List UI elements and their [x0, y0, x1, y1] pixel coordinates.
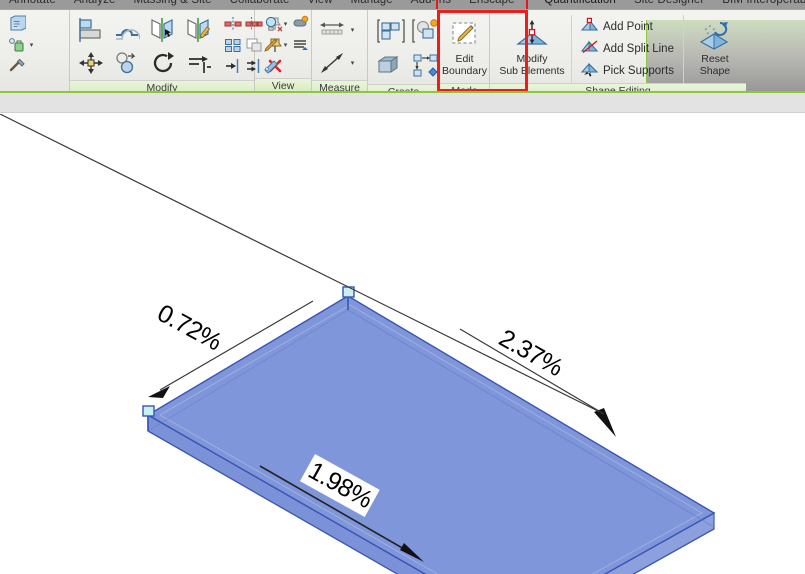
mirror-draw-icon[interactable] [184, 14, 214, 46]
copy-icon[interactable] [112, 47, 142, 79]
tab-highlight-marker [436, 0, 528, 9]
panel-divider [571, 15, 572, 83]
edit-boundary-button[interactable]: Edit Boundary [441, 13, 488, 83]
modify-sub-elements-icon [515, 17, 549, 53]
panel-title-measure: Measure [312, 80, 367, 91]
panel-title-properties [0, 78, 69, 91]
modify-sub-elements-label: Modify Sub Elements [499, 53, 565, 77]
create-similar-icon[interactable] [374, 14, 408, 48]
measure-diagonal-icon[interactable] [318, 47, 348, 79]
align-icon[interactable] [76, 14, 106, 46]
ribbon-tab-view[interactable]: View [299, 0, 342, 9]
ribbon-tab-analyze[interactable]: Analyze [65, 0, 125, 9]
add-split-line-icon [580, 38, 599, 60]
add-point-icon [580, 16, 599, 38]
shape-editing-commands: Add Point Add Split Line Pick Supports [575, 13, 681, 81]
modify-sub-elements-button[interactable]: Modify Sub Elements [496, 13, 568, 83]
create-part-icon[interactable] [409, 14, 443, 48]
panel-title-shape-editing: Shape Editing [490, 83, 746, 91]
panel-properties: ▾ [0, 10, 70, 91]
rotate-icon[interactable] [148, 47, 178, 79]
ribbon-tab-site-designer[interactable]: Site Designer [625, 0, 713, 9]
slab-3d-graphic [0, 114, 716, 574]
reset-shape-icon [698, 17, 732, 53]
ribbon-tab-collaborate[interactable]: Collaborate [221, 0, 299, 9]
pick-supports-icon [580, 60, 599, 82]
panel-title-view: View [255, 78, 311, 91]
linework-pen-icon[interactable] [261, 35, 281, 55]
panel-modify: Modify [70, 10, 283, 91]
panel-create: Create [368, 10, 440, 91]
slab-top-face [146, 295, 716, 574]
ribbon-tab-quantification[interactable]: Quantification [535, 0, 625, 9]
lightbulb-icon[interactable] [261, 14, 281, 34]
add-split-line-label: Add Split Line [603, 42, 674, 55]
panel-title-create: Create [368, 84, 439, 91]
panel-divider-2 [682, 15, 684, 83]
ribbon-tab-bim-interoperability-tools[interactable]: BIM Interoperability Tools [713, 0, 805, 9]
reset-shape-label: Reset Shape [699, 53, 731, 77]
add-split-line-button[interactable]: Add Split Line [577, 38, 679, 59]
panel-mode: Edit Boundary Mode [440, 10, 490, 91]
pick-supports-label: Pick Supports [603, 64, 674, 77]
drawing-canvas[interactable]: 0.72% 2.37% 1.98% [0, 114, 805, 574]
measure-horizontal-icon[interactable] [318, 14, 348, 46]
add-point-button[interactable]: Add Point [577, 16, 679, 37]
properties-icon[interactable] [7, 14, 27, 34]
move-icon[interactable] [76, 47, 106, 79]
render-cloud-icon[interactable] [290, 14, 310, 34]
paint-match-icon[interactable] [7, 35, 27, 55]
create-assembly-icon[interactable] [409, 49, 443, 83]
edit-boundary-icon [449, 17, 481, 53]
panel-title-mode: Mode [440, 83, 489, 91]
options-bar [0, 93, 805, 113]
trim-extend-icon[interactable] [184, 47, 214, 79]
panel-view: ▾ ▾ View [255, 10, 312, 91]
panel-title-modify: Modify [70, 80, 254, 91]
hammer-icon[interactable] [7, 56, 27, 76]
panel-measure: ▾ ▾ Measure [312, 10, 368, 91]
offset-icon[interactable] [112, 14, 142, 46]
ribbon: ▾ Modify ▾ ▾ View ▾ ▾ Measure Edit Bound… [0, 9, 805, 91]
ribbon-tab-annotate[interactable]: Annotate [0, 0, 65, 9]
trim-single-icon[interactable] [223, 56, 243, 76]
reveal-hidden-chevron-down-icon[interactable]: ▾ [282, 20, 289, 28]
revit-window: Annotate Analyze Massing & Site Collaborate… [0, 0, 805, 574]
split-element-icon[interactable] [223, 14, 243, 34]
visibility-lines-icon[interactable] [290, 35, 310, 55]
reset-shape-button[interactable]: Reset Shape [688, 13, 742, 83]
panel-shape-editing: Modify Sub Elements Add Point Add Split … [490, 10, 746, 91]
measure-along-chevron-down-icon[interactable]: ▾ [349, 59, 356, 67]
thin-lines-icon[interactable] [261, 56, 281, 76]
pick-supports-button[interactable]: Pick Supports [577, 60, 679, 81]
paint-match-chevron-down-icon[interactable]: ▾ [28, 41, 35, 49]
edit-boundary-label: Edit Boundary [442, 53, 487, 77]
ribbon-tab-massing-site[interactable]: Massing & Site [124, 0, 220, 9]
scale-icon[interactable] [223, 35, 243, 55]
linework-chevron-down-icon[interactable]: ▾ [282, 41, 289, 49]
mirror-pick-icon[interactable] [148, 14, 178, 46]
create-group-icon[interactable] [374, 49, 408, 83]
ribbon-tab-manage[interactable]: Manage [342, 0, 402, 9]
measure-chevron-down-icon[interactable]: ▾ [349, 26, 356, 34]
ribbon-tab-bar: Annotate Analyze Massing & Site Collaborate… [0, 0, 805, 9]
add-point-label: Add Point [603, 20, 653, 33]
